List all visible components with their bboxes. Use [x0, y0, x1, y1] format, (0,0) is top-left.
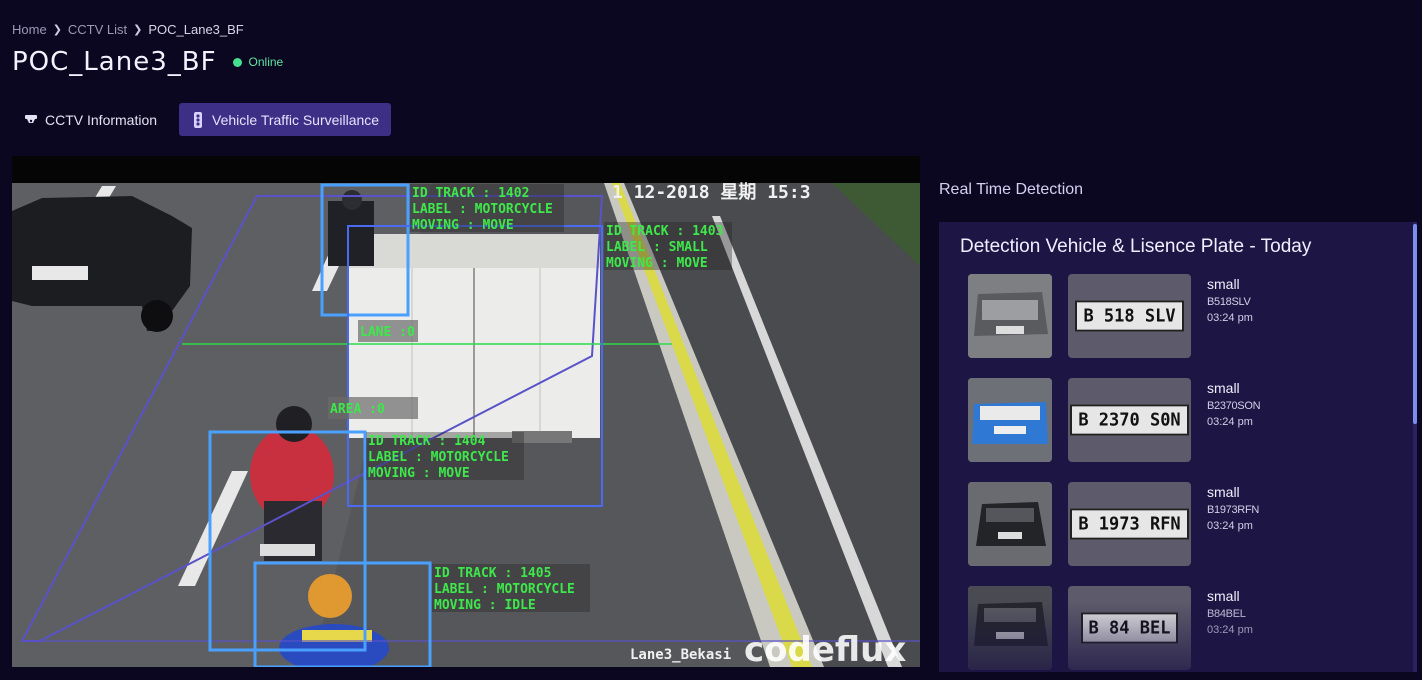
scrollbar-thumb[interactable] [1413, 224, 1417, 424]
detection-time: 03:24 pm [1207, 520, 1253, 532]
cctv-video-feed[interactable]: ID TRACK : 1402 LABEL : MOTORCYCLE MOVIN… [12, 156, 920, 667]
breadcrumb: Home ❯ CCTV List ❯ POC_Lane3_BF [12, 22, 244, 37]
realtime-detection-title: Real Time Detection [939, 181, 1084, 198]
plate-number: B1973RFN [1207, 504, 1260, 516]
plate-number: B84BEL [1207, 608, 1246, 620]
traffic-light-icon [191, 111, 205, 128]
vehicle-class: small [1207, 380, 1240, 396]
vehicle-class: small [1207, 276, 1240, 292]
detection-scrollbar[interactable] [1413, 222, 1417, 672]
plate-number: B2370SON [1207, 400, 1261, 412]
video-timestamp: 1 12-2018 星期 15:3 [612, 182, 811, 203]
detection-panel: Detection Vehicle & Lisence Plate - Toda… [939, 222, 1417, 672]
license-plate-thumbnail[interactable]: B 2370 S0N [1068, 378, 1191, 462]
track-1402-id: ID TRACK : 1402 [412, 186, 529, 201]
codeflux-watermark: codeflux [744, 630, 906, 667]
detection-time: 03:24 pm [1207, 624, 1253, 636]
license-plate-thumbnail[interactable]: B 1973 RFN [1068, 482, 1191, 566]
detection-info: small B518SLV 03:24 pm [1207, 276, 1253, 324]
breadcrumb-cctv-list-link[interactable]: CCTV List [68, 22, 127, 37]
license-plate-thumbnail[interactable]: B 518 SLV [1068, 274, 1191, 358]
tab-label: Vehicle Traffic Surveillance [212, 111, 380, 128]
plate-image-text: B 84 BEL [1080, 612, 1179, 644]
vehicle-class: small [1207, 588, 1240, 604]
tab-label: CCTV Information [45, 111, 158, 128]
license-plate-thumbnail[interactable]: B 84 BEL [1068, 586, 1191, 670]
vehicle-class: small [1207, 484, 1240, 500]
track-1404-moving: MOVING : MOVE [368, 466, 470, 481]
status-badge: Online [232, 55, 284, 69]
detection-info: small B1973RFN 03:24 pm [1207, 484, 1259, 532]
status-text: Online [248, 55, 284, 69]
tab-bar: CCTV Information Vehicle Traffic Surveil… [12, 103, 392, 136]
track-1404-label: LABEL : MOTORCYCLE [368, 450, 509, 465]
tab-cctv-information[interactable]: CCTV Information [12, 103, 169, 136]
detection-time: 03:24 pm [1207, 312, 1253, 324]
track-1405-label: LABEL : MOTORCYCLE [434, 582, 575, 597]
tab-vehicle-traffic-surveillance[interactable]: Vehicle Traffic Surveillance [179, 103, 392, 136]
breadcrumb-current: POC_Lane3_BF [148, 22, 244, 37]
track-1403-moving: MOVING : MOVE [606, 256, 708, 271]
detection-item[interactable]: B 2370 S0N small B2370SON 03:24 pm [968, 378, 1398, 482]
detection-info: small B84BEL 03:24 pm [1207, 588, 1253, 636]
area-label: AREA :0 [330, 402, 385, 417]
detection-time: 03:24 pm [1207, 416, 1253, 428]
track-1405-id: ID TRACK : 1405 [434, 566, 551, 581]
cctv-camera-icon [24, 113, 38, 127]
track-1403-label: LABEL : SMALL [606, 240, 708, 255]
plate-image-text: B 518 SLV [1075, 300, 1184, 332]
video-lane-caption: Lane3_Bekasi [630, 647, 731, 663]
vehicle-thumbnail[interactable] [968, 274, 1052, 358]
detection-item[interactable]: B 84 BEL small B84BEL 03:24 pm [968, 586, 1398, 672]
page-header: POC_Lane3_BF Online [12, 47, 283, 77]
track-1404-id: ID TRACK : 1404 [368, 434, 486, 449]
page-title: POC_Lane3_BF [12, 47, 217, 77]
plate-image-text: B 1973 RFN [1070, 508, 1189, 540]
lane-label: LANE :0 [360, 325, 415, 340]
track-1402-moving: MOVING : MOVE [412, 218, 514, 233]
chevron-right-icon: ❯ [133, 24, 143, 36]
detection-item[interactable]: B 518 SLV small B518SLV 03:24 pm [968, 274, 1398, 378]
plate-number: B518SLV [1207, 296, 1251, 308]
detection-item[interactable]: B 1973 RFN small B1973RFN 03:24 pm [968, 482, 1398, 586]
video-frame: ID TRACK : 1402 LABEL : MOTORCYCLE MOVIN… [12, 156, 920, 667]
track-1402-label: LABEL : MOTORCYCLE [412, 202, 553, 217]
breadcrumb-home-link[interactable]: Home [12, 22, 47, 37]
detection-list: B 518 SLV small B518SLV 03:24 pm B 2370 … [968, 274, 1398, 672]
vehicle-thumbnail[interactable] [968, 586, 1052, 670]
track-1403-id: ID TRACK : 1403 [606, 224, 723, 239]
plate-image-text: B 2370 S0N [1070, 404, 1189, 436]
track-1405-moving: MOVING : IDLE [434, 598, 536, 613]
vehicle-thumbnail[interactable] [968, 378, 1052, 462]
detection-info: small B2370SON 03:24 pm [1207, 380, 1261, 428]
chevron-right-icon: ❯ [52, 24, 62, 36]
vehicle-thumbnail[interactable] [968, 482, 1052, 566]
status-dot-icon [232, 57, 242, 67]
detection-panel-heading: Detection Vehicle & Lisence Plate - Toda… [960, 236, 1312, 257]
